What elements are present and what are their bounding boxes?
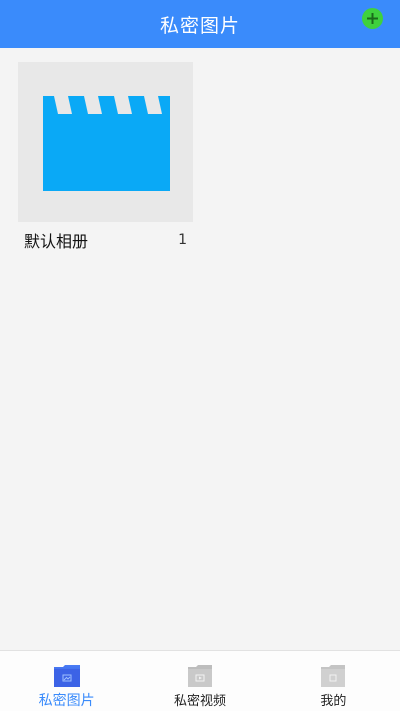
bottom-navigation: 私密图片 私密视频 我的 (0, 650, 400, 711)
clapperboard-icon (43, 96, 170, 191)
image-folder-icon (53, 665, 80, 687)
nav-label: 私密图片 (38, 693, 95, 709)
nav-item-private-images[interactable]: 私密图片 (0, 651, 133, 711)
album-thumbnail[interactable] (18, 62, 193, 222)
add-album-button[interactable] (362, 8, 383, 29)
nav-label: 私密视频 (173, 694, 226, 709)
album-grid: 默认相册 1 (0, 48, 400, 650)
top-bar: 私密图片 (0, 0, 400, 48)
nav-item-profile[interactable]: 我的 (267, 651, 400, 711)
album-name: 默认相册 (24, 232, 89, 251)
nav-item-private-videos[interactable]: 私密视频 (133, 651, 266, 711)
album-card[interactable]: 默认相册 1 (18, 62, 193, 258)
profile-folder-icon (321, 665, 346, 687)
album-info: 默认相册 1 (18, 222, 193, 258)
video-folder-icon (187, 665, 212, 687)
plus-circle-icon (367, 13, 378, 24)
album-count: 1 (178, 232, 187, 248)
page-title: 私密图片 (159, 14, 240, 37)
nav-label: 我的 (320, 694, 347, 709)
